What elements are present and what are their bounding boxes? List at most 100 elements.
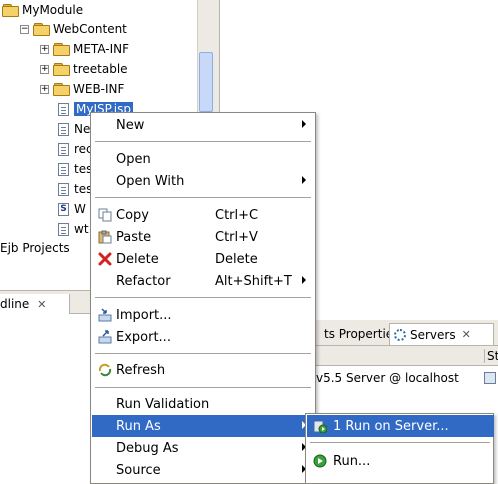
folder-icon — [33, 23, 50, 36]
tree-item-label: Ne — [74, 122, 91, 136]
menu-item-open-with[interactable]: Open With — [92, 170, 316, 192]
folder-icon — [53, 43, 70, 56]
submenu-item-run-on-server[interactable]: 1 Run on Server... — [307, 415, 494, 437]
folder-icon — [53, 83, 70, 96]
menu-item-label: Export... — [116, 329, 171, 345]
export-icon — [98, 330, 112, 344]
tree-item-label: WebContent — [53, 22, 127, 36]
file-icon — [58, 122, 69, 136]
server-state-icon — [484, 372, 496, 384]
context-menu: New Open Open With Copy Ctrl+C Paste Ctr… — [90, 112, 316, 484]
tree-item-file[interactable]: tes — [58, 159, 92, 179]
jsp-file-icon — [58, 102, 69, 116]
source-file-icon: S — [58, 202, 69, 216]
tree-item-ejb-projects[interactable]: Ejb Projects — [0, 238, 70, 258]
menu-item-import[interactable]: Import... — [92, 304, 316, 326]
scrollbar-thumb[interactable] — [199, 52, 213, 112]
run-as-submenu: 1 Run on Server... Run... — [305, 413, 494, 484]
menu-separator — [95, 353, 311, 355]
delete-icon — [98, 252, 112, 266]
tree-item-label: WEB-INF — [73, 82, 125, 96]
menu-item-label: Run As — [116, 418, 161, 434]
menu-item-new[interactable]: New — [92, 114, 316, 136]
menu-item-label: Debug As — [116, 440, 179, 456]
run-on-server-icon — [313, 420, 327, 433]
menu-item-run-as[interactable]: Run As — [92, 415, 316, 437]
file-icon — [58, 222, 69, 236]
tree-item-label: Ejb Projects — [0, 241, 70, 255]
menu-item-shortcut: Ctrl+V — [215, 229, 258, 245]
menu-separator — [95, 141, 311, 143]
tree-item-file[interactable]: S W — [58, 199, 86, 219]
menu-item-label: Source — [116, 462, 161, 478]
menu-item-label: Import... — [116, 307, 172, 323]
folder-icon — [2, 4, 19, 17]
menu-item-label: Open With — [116, 173, 185, 189]
submenu-arrow-icon — [302, 276, 306, 284]
menu-item-label: Open — [116, 151, 151, 167]
run-icon — [313, 454, 327, 468]
tab-label: dline — [0, 297, 30, 311]
menu-separator — [95, 297, 311, 299]
menu-item-shortcut: Ctrl+C — [215, 207, 259, 223]
file-icon — [58, 142, 69, 156]
submenu-item-label: 1 Run on Server... — [333, 418, 449, 434]
servers-icon — [394, 328, 406, 341]
copy-icon — [98, 208, 112, 222]
column-status[interactable]: St — [484, 349, 498, 363]
tree-item-file[interactable]: tes — [58, 179, 92, 199]
tree-item-label: MyModule — [22, 3, 84, 17]
servers-column-header: St — [310, 346, 498, 366]
tree-item-file[interactable]: rec — [58, 139, 93, 159]
menu-item-shortcut: Alt+Shift+T — [215, 273, 292, 289]
refresh-icon — [98, 363, 112, 377]
tab-outline[interactable]: dline ✕ — [0, 294, 70, 314]
menu-item-debug-as[interactable]: Debug As — [92, 437, 316, 459]
menu-item-label: Delete — [116, 251, 159, 267]
tab-servers[interactable]: Servers ✕ — [389, 323, 494, 345]
tree-item-mymodule[interactable]: MyModule — [2, 0, 83, 20]
menu-item-label: Copy — [116, 207, 149, 223]
menu-item-refresh[interactable]: Refresh — [92, 359, 316, 381]
tree-item-label: wt — [74, 222, 89, 236]
submenu-arrow-icon — [302, 120, 306, 128]
menu-item-label: Run Validation — [116, 396, 210, 412]
server-name: v5.5 Server @ localhost — [316, 371, 459, 385]
menu-item-source[interactable]: Source — [92, 459, 316, 481]
collapse-icon[interactable]: − — [20, 24, 29, 34]
menu-item-refactor[interactable]: Refactor Alt+Shift+T — [92, 270, 316, 292]
expand-icon[interactable]: + — [40, 44, 49, 54]
servers-tabbar: ts Properties Servers ✕ — [300, 320, 498, 346]
menu-item-delete[interactable]: Delete Delete — [92, 248, 316, 270]
menu-separator — [310, 442, 490, 444]
tree-item-web-inf[interactable]: + WEB-INF — [40, 79, 124, 99]
close-icon[interactable]: ✕ — [462, 328, 471, 341]
expand-icon[interactable]: + — [40, 64, 49, 74]
tree-item-label: W — [74, 202, 86, 216]
close-icon[interactable]: ✕ — [37, 298, 46, 311]
menu-item-shortcut: Delete — [215, 251, 258, 267]
menu-item-label: Refresh — [116, 362, 166, 378]
menu-item-run-validation[interactable]: Run Validation — [92, 393, 316, 415]
tree-item-webcontent[interactable]: − WebContent — [20, 19, 127, 39]
tree-item-label: treetable — [73, 62, 128, 76]
submenu-item-label: Run... — [333, 453, 371, 469]
tree-item-label: META-INF — [73, 42, 130, 56]
folder-icon — [53, 63, 70, 76]
menu-item-label: New — [116, 117, 145, 133]
menu-item-label: Paste — [116, 229, 152, 245]
paste-icon — [98, 230, 112, 244]
file-icon — [58, 162, 69, 176]
tree-item-file[interactable]: wt — [58, 219, 89, 239]
tree-item-file[interactable]: Ne — [58, 119, 90, 139]
menu-item-paste[interactable]: Paste Ctrl+V — [92, 226, 316, 248]
menu-item-export[interactable]: Export... — [92, 326, 316, 348]
tree-item-treetable[interactable]: + treetable — [40, 59, 128, 79]
expand-icon[interactable]: + — [40, 84, 49, 94]
submenu-item-run[interactable]: Run... — [307, 450, 494, 472]
menu-separator — [95, 197, 311, 199]
server-row[interactable]: v5.5 Server @ localhost — [316, 368, 459, 388]
tree-item-meta-inf[interactable]: + META-INF — [40, 39, 129, 59]
menu-item-open[interactable]: Open — [92, 148, 316, 170]
menu-item-copy[interactable]: Copy Ctrl+C — [92, 204, 316, 226]
